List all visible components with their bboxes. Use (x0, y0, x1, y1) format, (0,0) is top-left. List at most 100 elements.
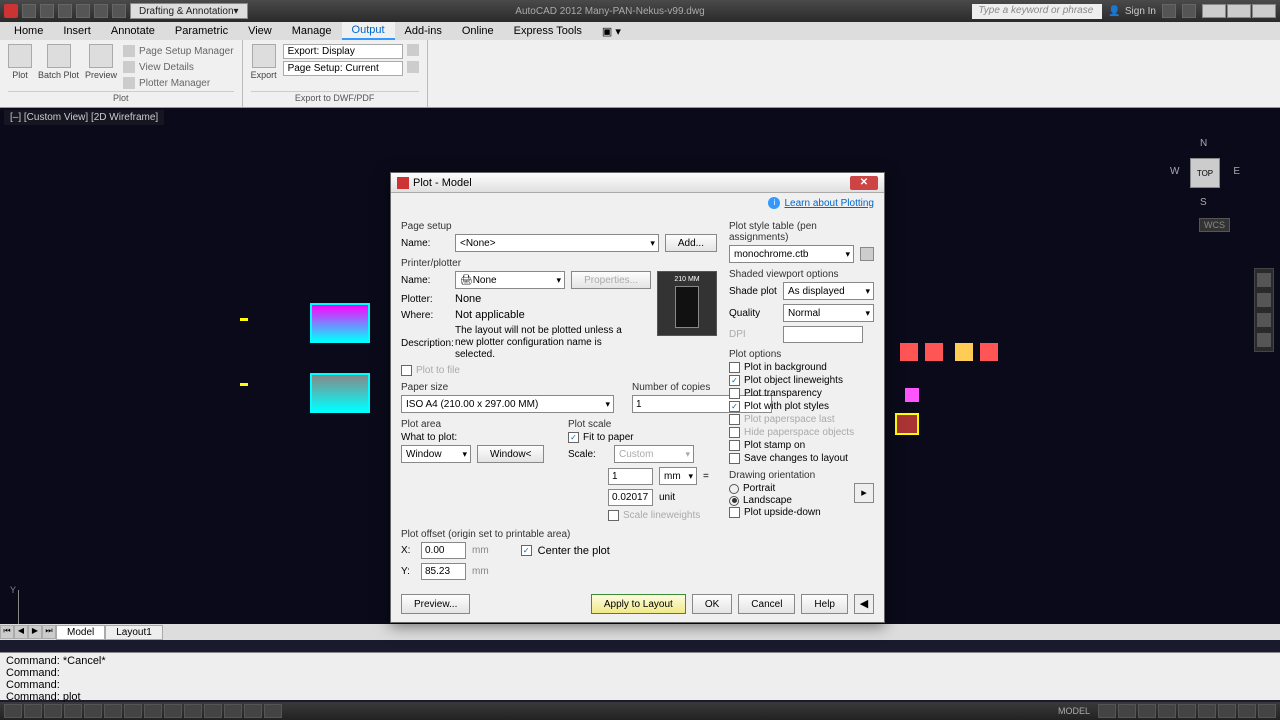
dropdown-icon[interactable] (407, 44, 419, 56)
tab-insert[interactable]: Insert (53, 23, 101, 39)
minimize-button[interactable]: — (1202, 4, 1226, 18)
viewcube-north[interactable]: N (1200, 138, 1207, 149)
offset-y-input[interactable] (421, 563, 466, 580)
sb-isolate-icon[interactable] (1238, 704, 1256, 718)
qat-save-icon[interactable] (58, 4, 72, 18)
sb-hardware-icon[interactable] (1218, 704, 1236, 718)
sb-otrack-icon[interactable] (124, 704, 142, 718)
what-to-plot-combo[interactable]: Window (401, 445, 471, 463)
tab-express[interactable]: Express Tools (504, 23, 592, 39)
plotter-manager-button[interactable]: Plotter Manager (123, 76, 234, 90)
tab-layout1[interactable]: Layout1 (105, 625, 163, 640)
sb-sc-icon[interactable] (244, 704, 262, 718)
viewport-label[interactable]: [–] [Custom View] [2D Wireframe] (4, 110, 164, 125)
paper-size-combo[interactable]: ISO A4 (210.00 x 297.00 MM) (401, 395, 614, 413)
sb-layout-icon[interactable] (1098, 704, 1116, 718)
edit-style-table-icon[interactable] (860, 247, 874, 261)
ok-button[interactable]: OK (692, 594, 732, 614)
learn-about-plotting-link[interactable]: Learn about Plotting (784, 198, 874, 209)
sb-scale-icon[interactable] (1138, 704, 1156, 718)
printer-properties-button[interactable]: Properties... (571, 271, 651, 289)
tab-last-icon[interactable]: ⏭ (42, 625, 56, 639)
workspace-dropdown[interactable]: Drafting & Annotation ▾ (130, 3, 248, 19)
zoom-icon[interactable] (1257, 313, 1271, 327)
wheel-icon[interactable] (1257, 273, 1271, 287)
maximize-button[interactable]: ▢ (1227, 4, 1251, 18)
plot-style-table-combo[interactable]: monochrome.ctb (729, 245, 854, 263)
qat-print-icon[interactable] (112, 4, 126, 18)
viewcube-east[interactable]: E (1233, 166, 1240, 177)
sb-lwt-icon[interactable] (184, 704, 202, 718)
preview-button[interactable]: Preview... (401, 594, 470, 614)
wcs-label[interactable]: WCS (1199, 218, 1230, 232)
fit-to-paper-checkbox[interactable]: ✓ (568, 432, 579, 443)
tab-output[interactable]: Output (342, 22, 395, 40)
qat-redo-icon[interactable] (94, 4, 108, 18)
landscape-radio[interactable] (729, 496, 739, 506)
plot-upside-down-checkbox[interactable] (729, 507, 740, 518)
printer-name-combo[interactable]: 🖨 None (455, 271, 565, 289)
sb-quick-icon[interactable] (1118, 704, 1136, 718)
app-icon[interactable] (4, 4, 18, 18)
tab-online[interactable]: Online (452, 23, 504, 39)
sb-model-label[interactable]: MODEL (1052, 706, 1096, 716)
plot-transparency-checkbox[interactable] (729, 388, 740, 399)
sb-annotation-icon[interactable] (1158, 704, 1176, 718)
apply-to-layout-button[interactable]: Apply to Layout (591, 594, 686, 614)
add-page-setup-button[interactable]: Add... (665, 234, 717, 252)
portrait-radio[interactable] (729, 484, 739, 494)
copies-spinner[interactable] (632, 395, 677, 413)
sb-qp-icon[interactable] (224, 704, 242, 718)
plot-stamp-checkbox[interactable] (729, 440, 740, 451)
qat-undo-icon[interactable] (76, 4, 90, 18)
sb-3dosnap-icon[interactable] (104, 704, 122, 718)
tab-parametric[interactable]: Parametric (165, 23, 238, 39)
cancel-button[interactable]: Cancel (738, 594, 795, 614)
sign-in-link[interactable]: Sign In (1125, 6, 1156, 17)
viewcube[interactable]: TOP N S E W (1170, 138, 1240, 208)
sb-clean-icon[interactable] (1258, 704, 1276, 718)
tab-model[interactable]: Model (56, 625, 105, 640)
help-icon[interactable] (1182, 4, 1196, 18)
qat-new-icon[interactable] (22, 4, 36, 18)
tab-manage[interactable]: Manage (282, 23, 342, 39)
plot-lineweights-checkbox[interactable]: ✓ (729, 375, 740, 386)
command-line[interactable]: Command: *Cancel* Command: Command: Comm… (0, 652, 1280, 700)
scale-unit1-combo[interactable]: mm (659, 467, 697, 485)
collapse-dialog-button[interactable]: ◀ (854, 594, 874, 614)
batch-plot-button[interactable]: Batch Plot (38, 44, 79, 80)
sb-snap-icon[interactable] (4, 704, 22, 718)
window-select-button[interactable]: Window< (477, 445, 544, 463)
ribbon-minimize-icon[interactable]: ▣ ▾ (592, 23, 631, 40)
tab-first-icon[interactable]: ⏮ (0, 625, 14, 639)
tab-home[interactable]: Home (4, 23, 53, 39)
export-button[interactable]: Export (251, 44, 277, 80)
sb-grid-icon[interactable] (24, 704, 42, 718)
export-display-dropdown[interactable]: Export: Display (283, 44, 403, 59)
page-setup-name-combo[interactable]: <None> (455, 234, 659, 252)
tab-addins[interactable]: Add-ins (395, 23, 452, 39)
plot-button[interactable]: Plot (8, 44, 32, 80)
sb-am-icon[interactable] (264, 704, 282, 718)
shade-plot-combo[interactable]: As displayed (783, 282, 874, 300)
tab-annotate[interactable]: Annotate (101, 23, 165, 39)
sb-tpy-icon[interactable] (204, 704, 222, 718)
search-input[interactable]: Type a keyword or phrase (972, 4, 1102, 19)
exchange-icon[interactable] (1162, 4, 1176, 18)
viewcube-west[interactable]: W (1170, 166, 1179, 177)
sb-osnap-icon[interactable] (84, 704, 102, 718)
plot-background-checkbox[interactable] (729, 362, 740, 373)
dialog-close-button[interactable]: ✕ (850, 176, 878, 190)
pan-icon[interactable] (1257, 293, 1271, 307)
plot-styles-checkbox[interactable]: ✓ (729, 401, 740, 412)
tab-next-icon[interactable]: ▶ (28, 625, 42, 639)
sb-workspace-icon[interactable] (1178, 704, 1196, 718)
page-setup-manager-button[interactable]: Page Setup Manager (123, 44, 234, 58)
sb-polar-icon[interactable] (64, 704, 82, 718)
qat-open-icon[interactable] (40, 4, 54, 18)
preview-button[interactable]: Preview (85, 44, 117, 80)
save-changes-checkbox[interactable] (729, 453, 740, 464)
tab-prev-icon[interactable]: ◀ (14, 625, 28, 639)
dropdown-icon[interactable] (407, 61, 419, 73)
page-setup-dropdown[interactable]: Page Setup: Current (283, 61, 403, 76)
